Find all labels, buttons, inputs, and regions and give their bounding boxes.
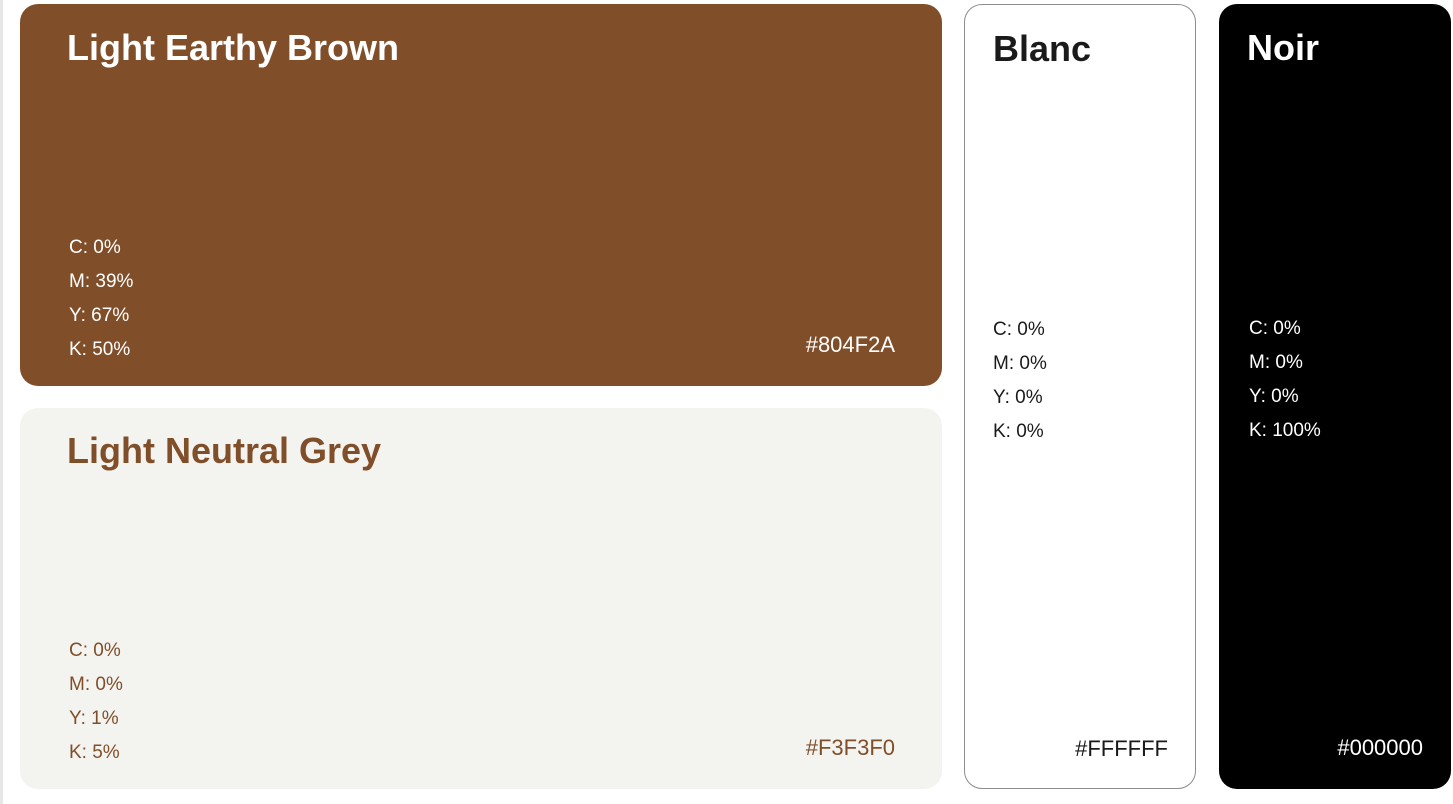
cmyk-values: C: 0% M: 0% Y: 0% K: 0%	[993, 313, 1047, 449]
hex-code: #FFFFFF	[1075, 736, 1168, 761]
cmyk-magenta: M: 0%	[993, 353, 1047, 374]
left-edge-divider	[0, 0, 3, 804]
cmyk-key: K: 100%	[1249, 420, 1321, 441]
cmyk-values: C: 0% M: 0% Y: 0% K: 100%	[1249, 312, 1321, 448]
cmyk-key: K: 50%	[69, 339, 131, 360]
cmyk-key: K: 0%	[993, 421, 1044, 442]
swatch-title: Noir	[1247, 27, 1319, 68]
cmyk-yellow: Y: 67%	[69, 305, 130, 326]
swatch-card-noir: Noir C: 0% M: 0% Y: 0% K: 100% #000000	[1219, 4, 1451, 789]
cmyk-values: C: 0% M: 0% Y: 1% K: 5%	[69, 634, 123, 770]
color-palette-page: Light Earthy Brown C: 0% M: 39% Y: 67% K…	[0, 0, 1453, 804]
hex-code: #804F2A	[805, 332, 895, 357]
cmyk-key: K: 5%	[69, 742, 120, 763]
swatch-title: Light Earthy Brown	[67, 27, 399, 68]
cmyk-cyan: C: 0%	[993, 319, 1045, 340]
cmyk-cyan: C: 0%	[69, 237, 121, 258]
cmyk-cyan: C: 0%	[69, 640, 121, 661]
swatch-card-light-earthy-brown: Light Earthy Brown C: 0% M: 39% Y: 67% K…	[20, 4, 942, 386]
cmyk-yellow: Y: 0%	[1249, 386, 1299, 407]
swatch-title: Light Neutral Grey	[67, 430, 382, 471]
cmyk-magenta: M: 0%	[69, 674, 123, 695]
cmyk-yellow: Y: 1%	[69, 708, 119, 729]
cmyk-values: C: 0% M: 39% Y: 67% K: 50%	[69, 231, 133, 367]
cmyk-magenta: M: 0%	[1249, 352, 1303, 373]
swatch-card-blanc: Blanc C: 0% M: 0% Y: 0% K: 0% #FFFFFF	[964, 4, 1196, 789]
hex-code: #F3F3F0	[805, 735, 895, 760]
cmyk-cyan: C: 0%	[1249, 318, 1301, 339]
swatch-title: Blanc	[993, 28, 1092, 69]
cmyk-yellow: Y: 0%	[993, 387, 1043, 408]
cmyk-magenta: M: 39%	[69, 271, 134, 292]
hex-code: #000000	[1337, 735, 1423, 760]
swatch-card-light-neutral-grey: Light Neutral Grey C: 0% M: 0% Y: 1% K: …	[20, 408, 942, 789]
